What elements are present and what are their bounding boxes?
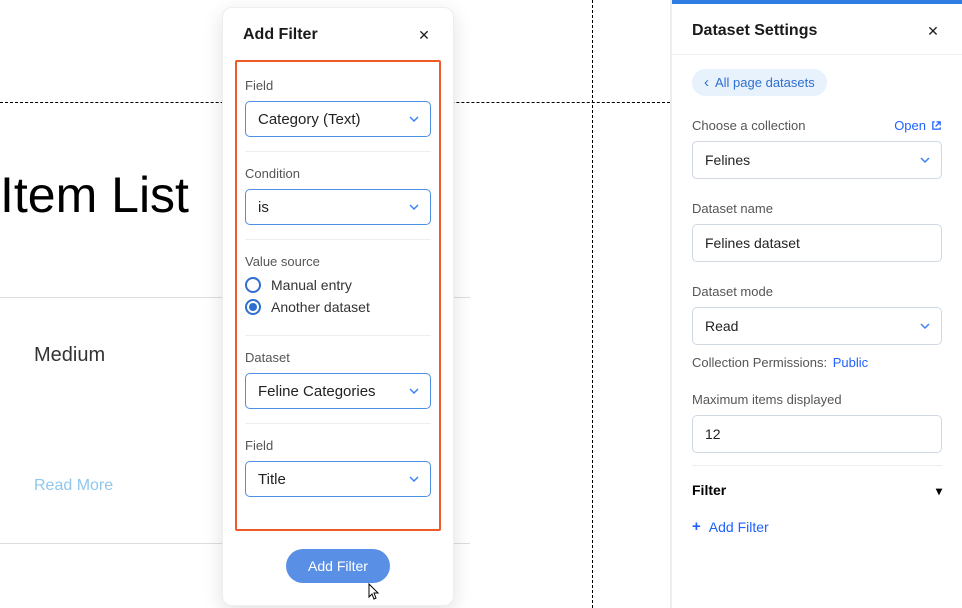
- condition-select-value: is: [258, 199, 269, 216]
- field-label: Field: [245, 78, 431, 93]
- collection-select[interactable]: Felines: [692, 141, 942, 179]
- guide-line-vertical: [592, 0, 593, 608]
- radio-manual-entry[interactable]: Manual entry: [245, 277, 431, 293]
- choose-collection-label: Choose a collection: [692, 118, 805, 133]
- filter-heading-label: Filter: [692, 482, 726, 498]
- chevron-down-icon: [408, 113, 420, 125]
- back-to-datasets-pill[interactable]: All page datasets: [692, 69, 827, 96]
- triangle-down-icon: [936, 482, 942, 498]
- dataset-select[interactable]: Feline Categories: [245, 373, 431, 409]
- max-items-value: 12: [705, 426, 721, 442]
- chevron-down-icon: [408, 385, 420, 397]
- chevron-left-icon: [704, 75, 709, 90]
- dataset-mode-block: Dataset mode Read Collection Permissions…: [692, 284, 942, 370]
- rail-header: Dataset Settings: [672, 4, 962, 55]
- filter-section-toggle[interactable]: Filter: [692, 465, 942, 512]
- dataset-label: Dataset: [245, 350, 431, 365]
- max-items-block: Maximum items displayed 12: [692, 392, 942, 453]
- permissions-link[interactable]: Public: [833, 355, 868, 370]
- field-select[interactable]: Category (Text): [245, 101, 431, 137]
- condition-section: Condition is: [245, 151, 431, 239]
- field2-label: Field: [245, 438, 431, 453]
- dataset-mode-value: Read: [705, 318, 738, 334]
- field-select-value: Category (Text): [258, 111, 361, 128]
- radio-label: Manual entry: [271, 277, 352, 293]
- external-link-icon: [931, 120, 942, 131]
- field2-section: Field Title: [245, 423, 431, 511]
- close-icon[interactable]: [415, 26, 433, 44]
- condition-select[interactable]: is: [245, 189, 431, 225]
- panel-header: Add Filter: [223, 8, 453, 60]
- chevron-down-icon: [919, 320, 931, 332]
- collection-select-value: Felines: [705, 152, 750, 168]
- back-pill-label: All page datasets: [715, 75, 815, 90]
- dataset-mode-select[interactable]: Read: [692, 307, 942, 345]
- chevron-down-icon: [919, 154, 931, 166]
- panel-footer: Add Filter: [223, 531, 453, 605]
- field2-select[interactable]: Title: [245, 461, 431, 497]
- dataset-select-value: Feline Categories: [258, 383, 376, 400]
- dataset-mode-label: Dataset mode: [692, 284, 773, 299]
- dataset-section: Dataset Feline Categories: [245, 335, 431, 423]
- value-source-label: Value source: [245, 254, 431, 269]
- max-items-input[interactable]: 12: [692, 415, 942, 453]
- open-link-label: Open: [894, 118, 926, 133]
- add-filter-link[interactable]: Add Filter: [692, 512, 769, 551]
- add-filter-link-label: Add Filter: [709, 519, 769, 535]
- add-filter-panel: Add Filter Field Category (Text) Conditi…: [222, 7, 454, 606]
- plus-icon: [692, 518, 701, 535]
- dataset-name-block: Dataset name Felines dataset: [692, 201, 942, 262]
- read-more-link[interactable]: Read More: [34, 477, 113, 495]
- add-filter-button[interactable]: Add Filter: [286, 549, 390, 583]
- collection-permissions-row: Collection Permissions: Public: [692, 355, 942, 370]
- open-collection-link[interactable]: Open: [894, 118, 942, 133]
- dataset-name-input[interactable]: Felines dataset: [692, 224, 942, 262]
- field2-select-value: Title: [258, 471, 286, 488]
- radio-icon: [245, 299, 261, 315]
- radio-icon: [245, 277, 261, 293]
- radio-another-dataset[interactable]: Another dataset: [245, 299, 431, 315]
- dataset-name-label: Dataset name: [692, 201, 773, 216]
- permissions-label: Collection Permissions:: [692, 355, 827, 370]
- value-source-section: Value source Manual entry Another datase…: [245, 239, 431, 335]
- radio-label: Another dataset: [271, 299, 370, 315]
- chevron-down-icon: [408, 201, 420, 213]
- panel-title: Add Filter: [243, 26, 318, 44]
- max-items-label: Maximum items displayed: [692, 392, 842, 407]
- dataset-settings-panel: Dataset Settings All page datasets Choos…: [670, 0, 962, 608]
- dataset-name-value: Felines dataset: [705, 235, 800, 251]
- page-title: Item List: [0, 166, 189, 224]
- rail-title: Dataset Settings: [692, 22, 817, 40]
- chevron-down-icon: [408, 473, 420, 485]
- rail-body: All page datasets Choose a collection Op…: [672, 55, 962, 608]
- close-icon[interactable]: [924, 22, 942, 40]
- condition-label: Condition: [245, 166, 431, 181]
- field-section: Field Category (Text): [245, 72, 431, 151]
- choose-collection-block: Choose a collection Open Felines: [692, 118, 942, 179]
- highlighted-config-area: Field Category (Text) Condition is Value…: [235, 60, 441, 531]
